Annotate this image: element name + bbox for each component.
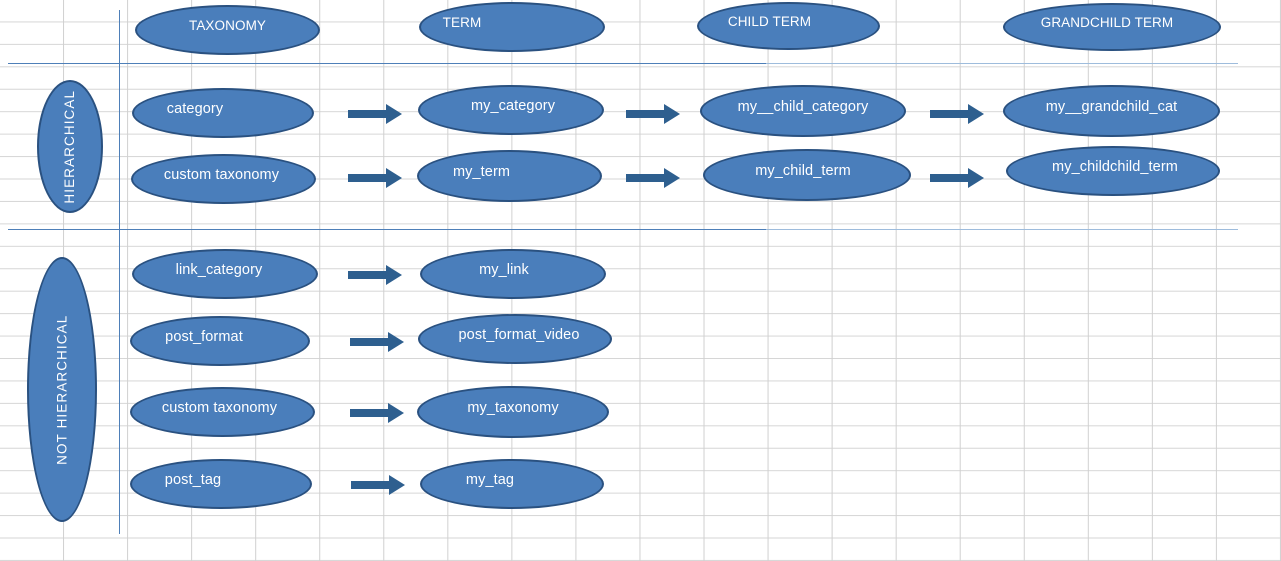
node-term-my-taxonomy[interactable]: my_taxonomy <box>417 386 609 438</box>
arrow-my-category-to-my-child-category <box>626 103 681 125</box>
node-term-my-category[interactable]: my_category <box>418 85 604 135</box>
section-divider-top-left <box>8 63 768 64</box>
node-term-my-term[interactable]: my_term <box>417 150 602 202</box>
node-term-my-term-label: my_term <box>452 163 511 180</box>
node-term-my-taxonomy-label: my_taxonomy <box>467 399 559 416</box>
node-child-term-my-child-category[interactable]: my__child_category <box>700 85 906 137</box>
node-grandchild-term-my-childchild-term-label: my_childchild_term <box>1052 158 1178 175</box>
arrow-post-format-to-post-format-video <box>350 331 405 353</box>
arrow-my-child-term-to-my-childchild-term <box>930 167 985 189</box>
node-taxonomy-custom-taxonomy[interactable]: custom taxonomy <box>131 154 316 204</box>
column-header-grandchild-term[interactable]: GRANDCHILD TERM <box>1003 3 1221 51</box>
column-header-grandchild-term-label: GRANDCHILD TERM <box>1040 15 1174 31</box>
column-header-term[interactable]: TERM <box>419 2 605 52</box>
node-taxonomy-category-label: category <box>166 100 224 117</box>
node-child-term-my-child-term[interactable]: my_child_term <box>703 149 911 201</box>
section-label-not-hierarchical-text: NOT HIERARCHICAL <box>54 314 70 465</box>
arrow-my-child-category-to-my-grandchild-cat <box>930 103 985 125</box>
node-taxonomy-category[interactable]: category <box>132 88 314 138</box>
arrow-my-term-to-my-child-term <box>626 167 681 189</box>
node-taxonomy-custom-taxonomy-2[interactable]: custom taxonomy <box>130 387 315 437</box>
section-label-not-hierarchical[interactable]: NOT HIERARCHICAL <box>27 257 97 522</box>
node-taxonomy-custom-taxonomy-2-label: custom taxonomy <box>161 399 278 416</box>
node-taxonomy-custom-taxonomy-label: custom taxonomy <box>163 166 280 183</box>
node-grandchild-term-my-grandchild-cat[interactable]: my__grandchild_cat <box>1003 85 1220 137</box>
node-term-post-format-video-label: post_format_video <box>458 326 580 343</box>
node-taxonomy-link-category[interactable]: link_category <box>132 249 318 299</box>
node-term-my-link-label: my_link <box>479 261 529 278</box>
section-divider-middle-left <box>8 229 768 230</box>
section-divider-middle-right <box>766 229 1238 230</box>
column-header-child-term-label: CHILD TERM <box>727 14 812 30</box>
section-divider-top-right <box>766 63 1238 64</box>
node-child-term-my-child-category-label: my__child_category <box>737 98 869 115</box>
arrow-category-to-my-category <box>348 103 403 125</box>
section-label-hierarchical[interactable]: HIERARCHICAL <box>37 80 103 213</box>
column-header-taxonomy[interactable]: TAXONOMY <box>135 5 320 55</box>
column-header-child-term[interactable]: CHILD TERM <box>697 2 880 50</box>
arrow-custom-taxonomy-to-my-taxonomy <box>350 402 405 424</box>
diagram-canvas: TAXONOMY TERM CHILD TERM GRANDCHILD TERM… <box>0 0 1281 561</box>
node-taxonomy-post-tag[interactable]: post_tag <box>130 459 312 509</box>
column-header-term-label: TERM <box>442 15 482 31</box>
arrow-post-tag-to-my-tag <box>351 474 406 496</box>
node-term-my-category-label: my_category <box>470 97 556 114</box>
node-term-my-link[interactable]: my_link <box>420 249 606 299</box>
node-taxonomy-link-category-label: link_category <box>175 261 263 278</box>
node-term-my-tag[interactable]: my_tag <box>420 459 604 509</box>
node-taxonomy-post-tag-label: post_tag <box>164 471 222 488</box>
node-grandchild-term-my-childchild-term[interactable]: my_childchild_term <box>1006 146 1220 196</box>
node-taxonomy-post-format[interactable]: post_format <box>130 316 310 366</box>
arrow-custom-taxonomy-to-my-term <box>348 167 403 189</box>
node-term-post-format-video[interactable]: post_format_video <box>418 314 612 364</box>
node-term-my-tag-label: my_tag <box>465 471 515 488</box>
column-header-taxonomy-label: TAXONOMY <box>188 18 267 34</box>
section-divider-vertical <box>119 10 120 534</box>
section-label-hierarchical-text: HIERARCHICAL <box>62 89 78 204</box>
node-taxonomy-post-format-label: post_format <box>165 328 243 345</box>
node-child-term-my-child-term-label: my_child_term <box>755 162 851 179</box>
node-grandchild-term-my-grandchild-cat-label: my__grandchild_cat <box>1045 98 1178 115</box>
arrow-link-category-to-my-link <box>348 264 403 286</box>
